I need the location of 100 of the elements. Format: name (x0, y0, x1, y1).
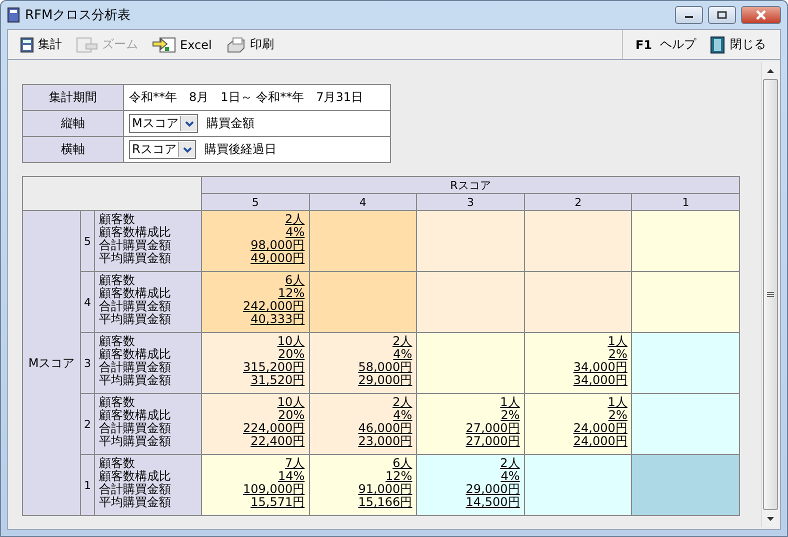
row-header: 2 (80, 394, 94, 454)
metric-label: 合計購買金額 (99, 483, 172, 496)
value-link[interactable]: 6人 (392, 457, 412, 470)
value-link[interactable]: 15,166円 (358, 496, 412, 509)
metric-label: 顧客数構成比 (99, 409, 172, 422)
value-link[interactable]: 2% (608, 409, 628, 422)
column-axis-header: Rスコア (202, 176, 740, 194)
value-link[interactable]: 46,000円 (358, 422, 412, 435)
value-link[interactable]: 109,000円 (242, 483, 305, 496)
value-link[interactable]: 20% (278, 348, 305, 361)
row-header: 1 (80, 454, 94, 516)
value-link[interactable]: 10人 (277, 396, 305, 409)
row-header: 3 (80, 332, 94, 394)
toolbar-button[interactable]: 集計 (20, 36, 62, 53)
value-link[interactable]: 29,000円 (358, 374, 412, 387)
metric-label: 平均購買金額 (99, 435, 172, 448)
value-link[interactable]: 31,520円 (250, 374, 305, 387)
window-title: RFMクロス分析表 (25, 7, 132, 24)
value-link[interactable]: 4% (393, 409, 412, 422)
value-link[interactable]: 4% (286, 226, 305, 239)
metric-label: 顧客数 (99, 457, 136, 470)
value-link[interactable]: 20% (278, 409, 305, 422)
field-label: 横軸 (22, 136, 124, 162)
value-link[interactable]: 12% (386, 470, 412, 483)
period-value: 令和**年 8月 1日～ 令和**年 7月31日 (124, 84, 390, 110)
metric-label: 合計購買金額 (99, 300, 172, 313)
toolbar-button[interactable]: 閉じる (710, 36, 766, 54)
value-link[interactable]: 15,571円 (250, 496, 305, 509)
metric-label: 顧客数構成比 (99, 348, 172, 361)
value-link[interactable]: 24,000円 (573, 422, 628, 435)
value-link[interactable]: 2% (500, 409, 520, 422)
dropdown[interactable]: Rスコア (129, 140, 196, 159)
value-link[interactable]: 2人 (392, 396, 412, 409)
metric-label: 顧客数 (99, 335, 136, 348)
value-link[interactable]: 1人 (608, 396, 628, 409)
value-link[interactable]: 29,000円 (466, 483, 520, 496)
value-link[interactable]: 2人 (284, 213, 305, 226)
value-link[interactable]: 98,000円 (250, 239, 305, 252)
field-label: 縦軸 (22, 110, 124, 136)
scroll-down-icon[interactable] (767, 516, 774, 520)
column-header: 2 (524, 194, 632, 210)
printer-icon (226, 36, 246, 52)
scroll-up-icon[interactable] (767, 68, 774, 72)
value-link[interactable]: 27,000円 (466, 435, 520, 448)
row-axis-header: Mスコア (22, 210, 80, 516)
value-link[interactable]: 1人 (608, 335, 628, 348)
value-link[interactable]: 6人 (284, 274, 305, 287)
value-link[interactable]: 2人 (392, 335, 412, 348)
toolbar-button[interactable]: 印刷 (226, 36, 274, 53)
value-link[interactable]: 22,400円 (250, 435, 305, 448)
close-button[interactable] (741, 6, 781, 24)
minimize-button[interactable] (675, 6, 703, 24)
metric-label: 顧客数構成比 (99, 470, 172, 483)
value-link[interactable]: 34,000円 (573, 361, 628, 374)
toolbar-button[interactable]: Excel (152, 36, 212, 52)
value-link[interactable]: 14,500円 (466, 496, 520, 509)
value-link[interactable]: 242,000円 (242, 300, 305, 313)
value-link[interactable]: 12% (278, 287, 305, 300)
app-icon (7, 7, 21, 23)
metric-label: 合計購買金額 (99, 422, 172, 435)
value-link[interactable]: 58,000円 (358, 361, 412, 374)
axis-description: 購買後経過日 (204, 141, 276, 158)
chevron-down-icon (182, 146, 192, 152)
metric-label: 平均購買金額 (99, 374, 172, 387)
field-label: 集計期間 (22, 84, 124, 110)
value-link[interactable]: 91,000円 (358, 483, 412, 496)
row-header: 5 (80, 210, 94, 272)
metric-label: 顧客数 (99, 274, 136, 287)
value-link[interactable]: 40,333円 (250, 313, 305, 326)
value-link[interactable]: 34,000円 (573, 374, 628, 387)
grip-icon (767, 292, 774, 298)
value-link[interactable]: 24,000円 (573, 435, 628, 448)
axis-description: 購買金額 (206, 115, 254, 132)
value-link[interactable]: 2% (608, 348, 628, 361)
arrow-icon (152, 36, 176, 52)
value-link[interactable]: 4% (393, 348, 412, 361)
toolbar-button[interactable]: F1 ヘルプ (635, 36, 696, 53)
metric-label: 平均購買金額 (99, 313, 172, 326)
value-link[interactable]: 49,000円 (250, 252, 305, 265)
value-link[interactable]: 224,000円 (242, 422, 305, 435)
column-header: 4 (309, 194, 417, 210)
chevron-down-icon (184, 120, 194, 126)
value-link[interactable]: 23,000円 (358, 435, 412, 448)
door-icon (710, 36, 726, 54)
value-link[interactable]: 2人 (500, 457, 520, 470)
value-link[interactable]: 4% (500, 470, 520, 483)
value-link[interactable]: 10人 (277, 335, 305, 348)
restore-button[interactable] (708, 6, 736, 24)
value-link[interactable]: 1人 (500, 396, 520, 409)
value-link[interactable]: 14% (278, 470, 305, 483)
value-link[interactable]: 27,000円 (466, 422, 520, 435)
metric-label: 平均購買金額 (99, 252, 172, 265)
column-header: 3 (416, 194, 524, 210)
dropdown[interactable]: Mスコア (129, 114, 198, 133)
metric-label: 合計購買金額 (99, 361, 172, 374)
calculator-icon (20, 36, 34, 52)
scrollbar[interactable] (761, 62, 779, 527)
value-link[interactable]: 315,200円 (242, 361, 305, 374)
metric-label: 顧客数構成比 (99, 287, 172, 300)
value-link[interactable]: 7人 (284, 457, 305, 470)
